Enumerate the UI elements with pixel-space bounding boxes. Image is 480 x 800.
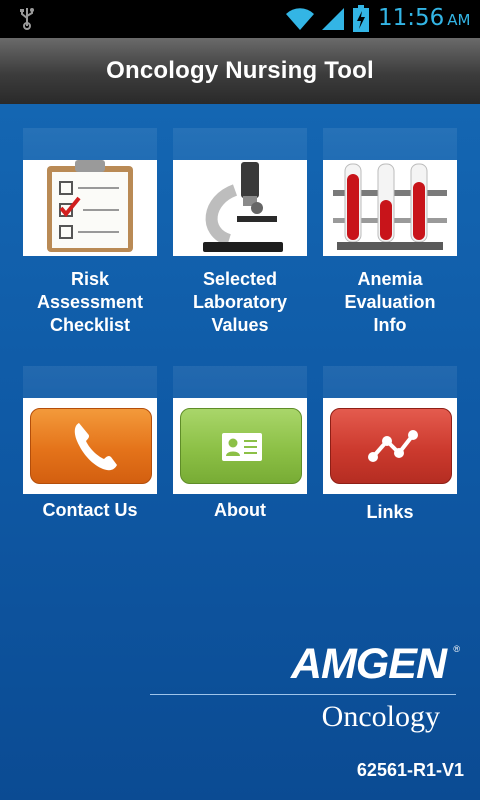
- tile-label-anemia: Anemia Evaluation Info: [344, 269, 436, 335]
- status-clock: 11:56 AM: [378, 5, 471, 31]
- page-title: Oncology Nursing Tool: [106, 57, 374, 84]
- division-name: Oncology: [321, 700, 440, 733]
- signal-icon: [320, 6, 346, 37]
- tile-label-about: About: [214, 500, 266, 520]
- tile-label-links: Links: [366, 502, 414, 522]
- link-graph-icon: [331, 430, 451, 487]
- brand-name: AMGEN: [290, 640, 447, 688]
- id-card-icon: [181, 433, 301, 487]
- status-bar: 11:56 AM: [0, 0, 480, 38]
- tile-label-lab: Selected Laboratory Values: [192, 269, 288, 335]
- amgen-oncology-logo: AMGEN ® Oncology: [150, 640, 462, 733]
- test-tubes-icon: [323, 160, 457, 256]
- links-button[interactable]: [330, 408, 452, 484]
- title-bar: Oncology Nursing Tool: [0, 38, 480, 105]
- wifi-icon: [284, 6, 316, 37]
- registered-mark-icon: ®: [453, 644, 460, 654]
- tile-label-risk: Risk Assessment Checklist: [36, 269, 144, 335]
- version-code: 62561-R1-V1: [356, 760, 464, 780]
- contact-us-button[interactable]: [30, 408, 152, 484]
- tile-label-contact: Contact Us: [42, 500, 138, 520]
- usb-icon: [18, 6, 36, 35]
- battery-charging-icon: [352, 5, 370, 38]
- logo-divider: [150, 694, 456, 695]
- clipboard-checklist-icon: [23, 160, 157, 256]
- about-button[interactable]: [180, 408, 302, 484]
- clock-time: 11:56: [378, 5, 445, 31]
- clock-ampm: AM: [447, 11, 471, 29]
- microscope-icon: [173, 160, 307, 256]
- phone-icon: [31, 423, 151, 487]
